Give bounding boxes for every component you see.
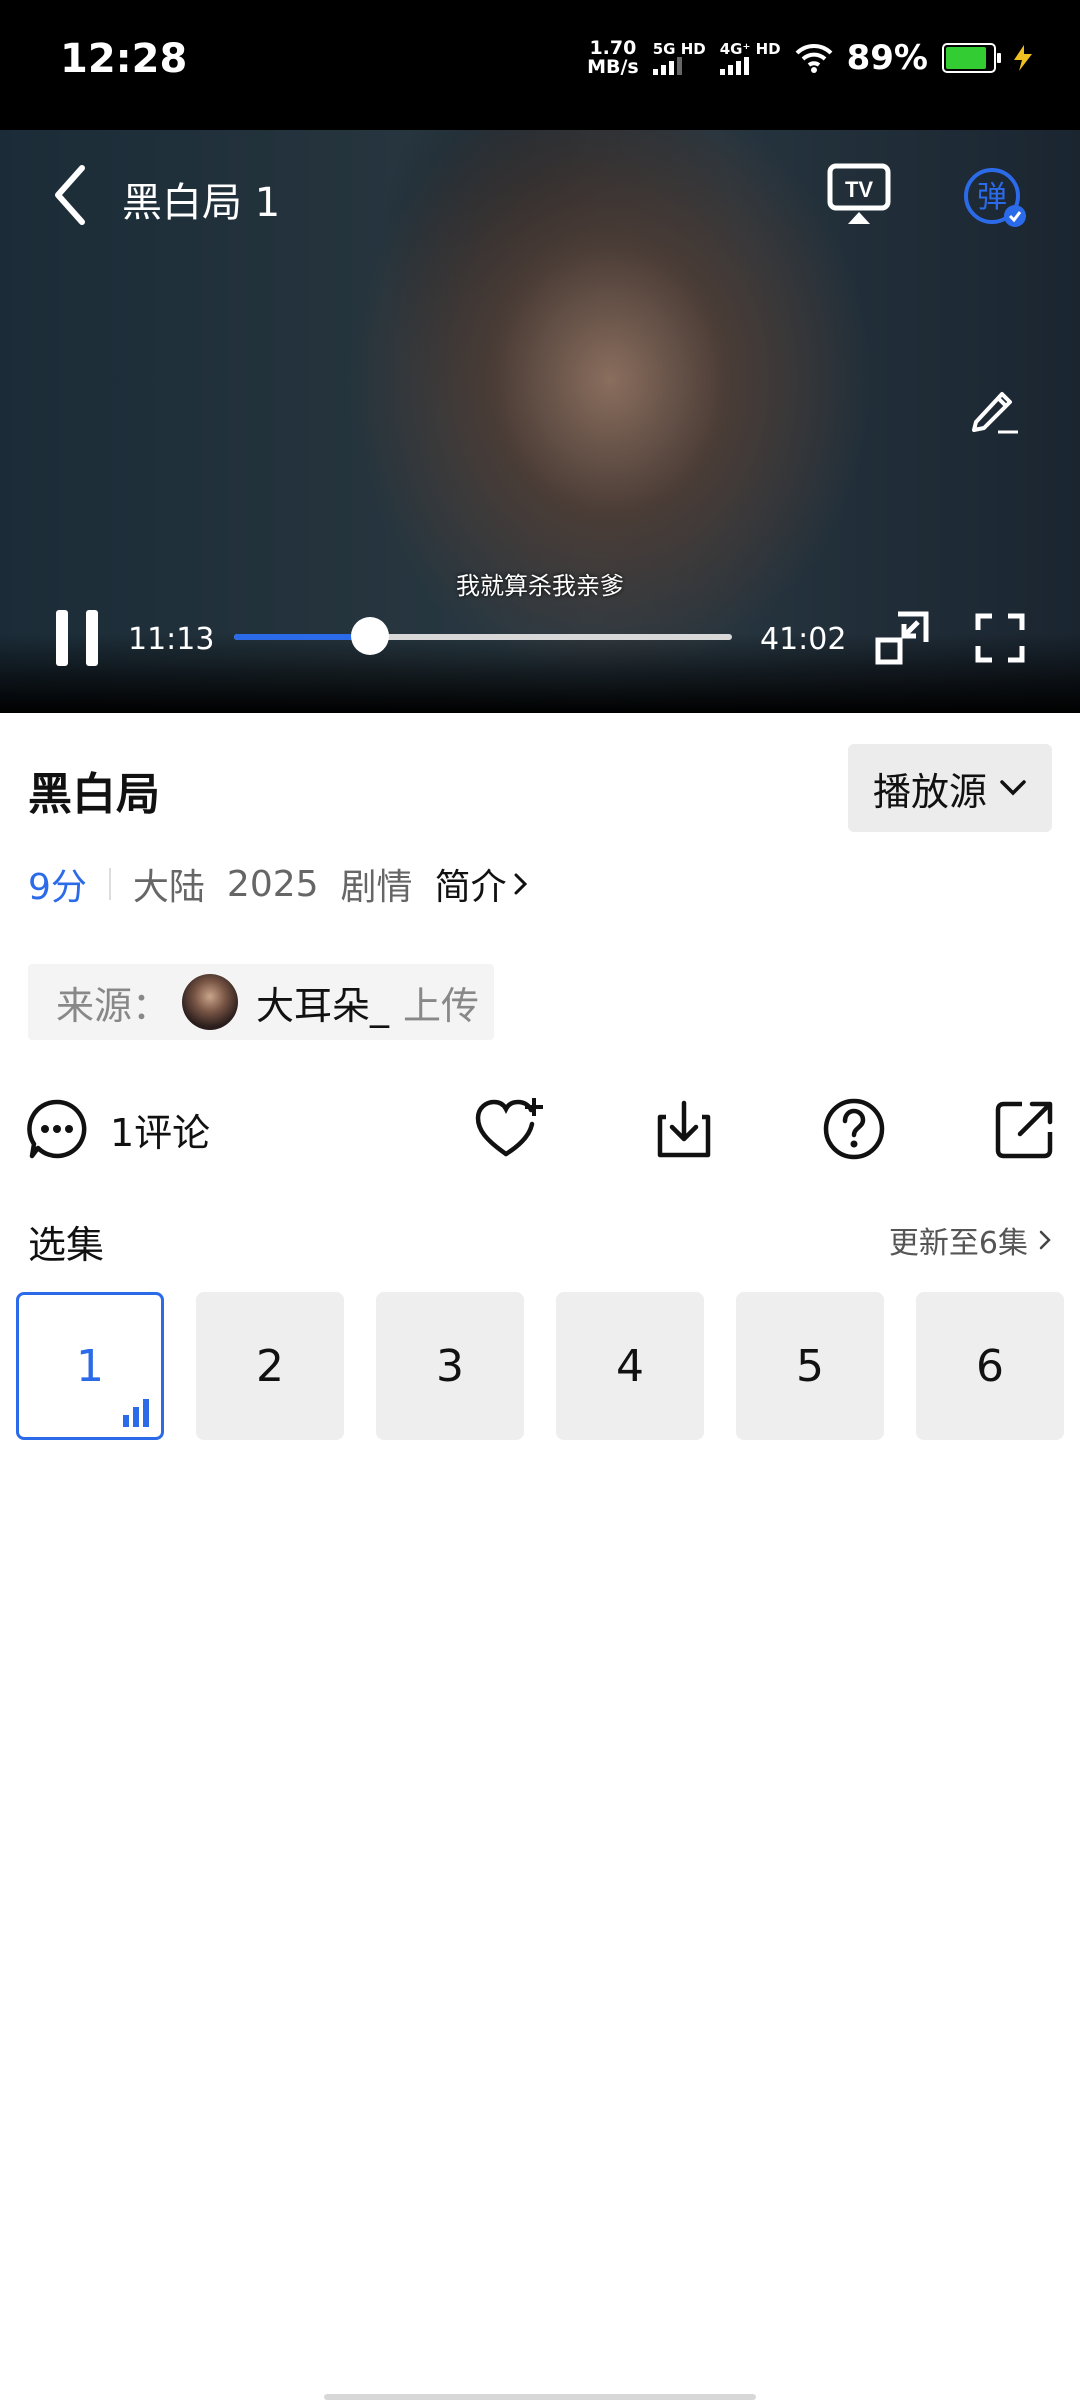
signal-5g-icon: 5G HD [652,41,706,75]
intro-link[interactable]: 简介 [435,858,529,910]
download-icon [657,1100,711,1158]
battery-icon [942,43,1001,73]
comment-button[interactable]: 1评论 [26,1096,210,1162]
charging-icon [1014,45,1032,71]
episode-button[interactable]: 2 [196,1292,344,1440]
episode-button[interactable]: 3 [376,1292,524,1440]
chevron-right-icon [514,873,527,895]
heart-plus-icon [475,1098,543,1157]
avatar [182,974,239,1030]
status-icons: 1.70 MB/s 5G HD 4G⁺ HD 89% [587,38,1036,78]
uploader-label: 来源： [56,983,171,1028]
share-icon [995,1101,1053,1159]
episode-button[interactable]: 6 [916,1292,1064,1440]
battery-percent: 89% [846,38,928,78]
danmu-icon: 弹 [964,168,1026,227]
episode-button[interactable]: 4 [556,1292,704,1440]
chevron-down-icon [1000,780,1026,796]
picture-in-picture-button[interactable] [874,610,930,666]
chevron-right-icon [1039,1230,1051,1250]
pencil-icon [972,392,1018,434]
tv-cast-button[interactable]: TV [826,162,892,228]
edit-danmu-button[interactable] [968,382,1022,436]
episodes-more-link[interactable]: 更新至6集 [889,1218,1052,1262]
favorite-button[interactable] [474,1096,544,1162]
uploader-chip[interactable]: 来源： 大耳朵_ 上传 [28,964,494,1040]
show-meta: 9分 大陆 2025 剧情 简介 [28,858,529,910]
episode-button[interactable]: 5 [736,1292,884,1440]
status-bar: 12:28 1.70 MB/s 5G HD 4G⁺ HD 89% [0,0,1080,130]
tv-cast-icon: TV [827,163,891,224]
home-indicator[interactable] [324,2394,756,2400]
now-playing-icon [123,1399,149,1427]
svg-text:TV: TV [845,177,873,202]
help-button[interactable] [822,1096,886,1162]
uploader-suffix: 上传 [403,983,480,1028]
episodes-title: 选集 [28,1223,105,1267]
show-score: 9分 [28,867,87,908]
question-icon [823,1098,885,1160]
current-time: 11:13 [128,622,215,657]
comment-count: 1评论 [110,1110,211,1155]
wifi-icon [795,43,833,73]
progress-bar[interactable] [234,617,732,655]
minimize-window-icon [875,611,929,665]
pause-button[interactable] [54,610,100,666]
show-region: 大陆 [132,867,205,908]
video-subtitle: 我就算杀我亲爹 [456,572,624,600]
video-title: 黑白局 1 [122,180,281,226]
status-time: 12:28 [60,36,188,82]
fullscreen-icon [975,613,1025,663]
progress-knob[interactable] [350,617,389,655]
total-time: 41:02 [760,622,847,657]
show-year: 2025 [226,863,319,905]
divider [108,868,111,900]
show-genre: 剧情 [340,867,413,908]
fullscreen-button[interactable] [974,612,1026,664]
play-source-label: 播放源 [872,769,987,814]
comment-icon [27,1099,87,1159]
network-speed: 1.70 MB/s [587,37,639,78]
show-title: 黑白局 [28,769,160,820]
download-button[interactable] [652,1096,716,1162]
share-button[interactable] [994,1096,1056,1162]
play-source-button[interactable]: 播放源 [848,744,1052,832]
back-arrow-icon[interactable] [48,160,92,230]
uploader-name: 大耳朵_ [256,983,390,1028]
danmu-toggle-button[interactable]: 弹 [962,166,1028,232]
signal-4g-icon: 4G⁺ HD [719,41,781,75]
progress-played [234,634,370,640]
svg-text:弹: 弹 [977,180,1007,215]
episode-button[interactable]: 1 [16,1292,164,1440]
